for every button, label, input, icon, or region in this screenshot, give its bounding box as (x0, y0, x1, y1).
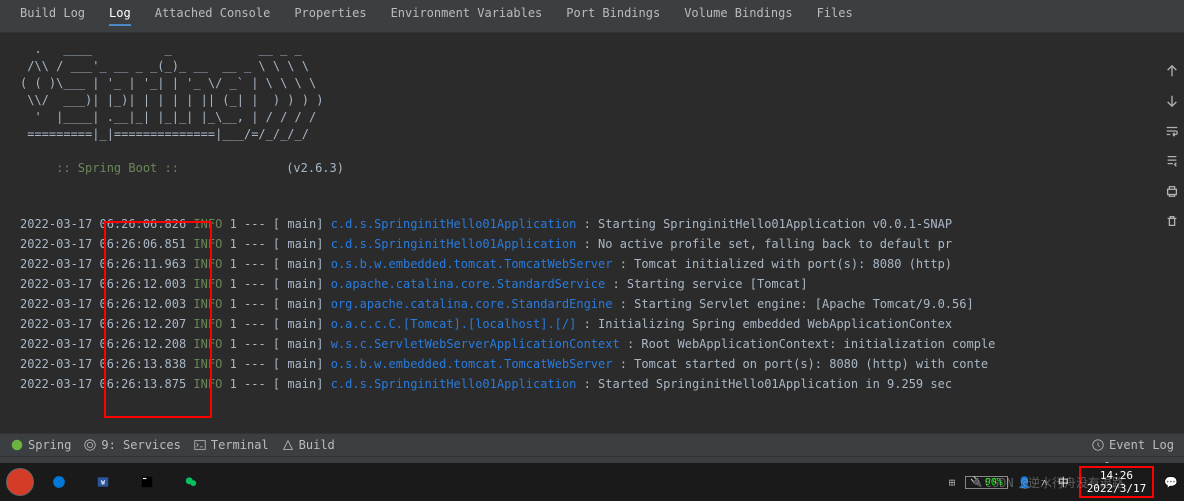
log-content: . ____ _ __ _ _ /\\ / ___'_ __ _ _(_)_ _… (0, 33, 1184, 433)
event-log-button[interactable]: Event Log (1091, 438, 1174, 452)
tray-language[interactable]: 中 (1058, 474, 1069, 490)
log-line: 2022-03-17 06:26:13.838 INFO 1 --- [ mai… (20, 354, 1164, 374)
tab-volume-bindings[interactable]: Volume Bindings (684, 6, 792, 26)
scroll-to-end-icon[interactable] (1164, 153, 1180, 169)
services-tool-button[interactable]: 9: Services (83, 438, 180, 452)
log-line: 2022-03-17 06:26:06.851 INFO 1 --- [ mai… (20, 234, 1164, 254)
battery-indicator[interactable]: 🔌 90% (965, 476, 1008, 489)
taskbar-app-edge[interactable] (40, 466, 78, 498)
tab-build-log[interactable]: Build Log (20, 6, 85, 26)
notification-icon[interactable]: 💬 (1164, 476, 1178, 489)
spring-tool-button[interactable]: Spring (10, 438, 71, 452)
tool-window-bar: Spring 9: Services Terminal Build Event … (0, 433, 1184, 456)
log-tabs: Build Log Log Attached Console Propertie… (0, 0, 1184, 33)
tab-env-vars[interactable]: Environment Variables (391, 6, 543, 26)
print-icon[interactable] (1164, 183, 1180, 199)
clear-icon[interactable] (1164, 213, 1180, 229)
tray-icon-1[interactable]: ⊞ (949, 476, 956, 489)
log-line: 2022-03-17 06:26:12.208 INFO 1 --- [ mai… (20, 334, 1164, 354)
log-lines: 2022-03-17 06:26:06.826 INFO 1 --- [ mai… (20, 214, 1164, 394)
scroll-up-icon[interactable] (1164, 63, 1180, 79)
spring-boot-line: :: Spring Boot :: (v2.6.3) (20, 143, 1164, 194)
tab-attached-console[interactable]: Attached Console (155, 6, 271, 26)
log-line: 2022-03-17 06:26:12.207 INFO 1 --- [ mai… (20, 314, 1164, 334)
log-line: 2022-03-17 06:26:13.875 INFO 1 --- [ mai… (20, 374, 1164, 394)
scroll-down-icon[interactable] (1164, 93, 1180, 109)
log-line: 2022-03-17 06:26:11.963 INFO 1 --- [ mai… (20, 254, 1164, 274)
taskbar-app-1[interactable] (6, 468, 34, 496)
taskbar-app-word[interactable]: W (84, 466, 122, 498)
taskbar-clock[interactable]: 14:26 2022/3/17 (1079, 466, 1155, 498)
taskbar-app-intellij[interactable] (128, 466, 166, 498)
svg-text:W: W (101, 480, 105, 486)
build-tool-button[interactable]: Build (281, 438, 335, 452)
windows-taskbar: W ⊞ 🔌 90% 👤 ˄ 中 14:26 2022/3/17 💬 (0, 463, 1184, 501)
taskbar-app-wechat[interactable] (172, 466, 210, 498)
log-line: 2022-03-17 06:26:06.826 INFO 1 --- [ mai… (20, 214, 1164, 234)
taskbar-tray: ⊞ 🔌 90% 👤 ˄ 中 14:26 2022/3/17 💬 (949, 466, 1178, 498)
tab-files[interactable]: Files (817, 6, 853, 26)
tab-properties[interactable]: Properties (294, 6, 366, 26)
side-toolbar (1164, 63, 1180, 229)
spring-banner: . ____ _ __ _ _ /\\ / ___'_ __ _ _(_)_ _… (20, 41, 1164, 143)
tray-icon-people[interactable]: 👤 (1018, 476, 1032, 489)
tab-log[interactable]: Log (109, 6, 131, 26)
terminal-tool-button[interactable]: Terminal (193, 438, 269, 452)
soft-wrap-icon[interactable] (1164, 123, 1180, 139)
tab-port-bindings[interactable]: Port Bindings (566, 6, 660, 26)
tray-chevron-up-icon[interactable]: ˄ (1041, 476, 1047, 489)
log-line: 2022-03-17 06:26:12.003 INFO 1 --- [ mai… (20, 294, 1164, 314)
log-line: 2022-03-17 06:26:12.003 INFO 1 --- [ mai… (20, 274, 1164, 294)
